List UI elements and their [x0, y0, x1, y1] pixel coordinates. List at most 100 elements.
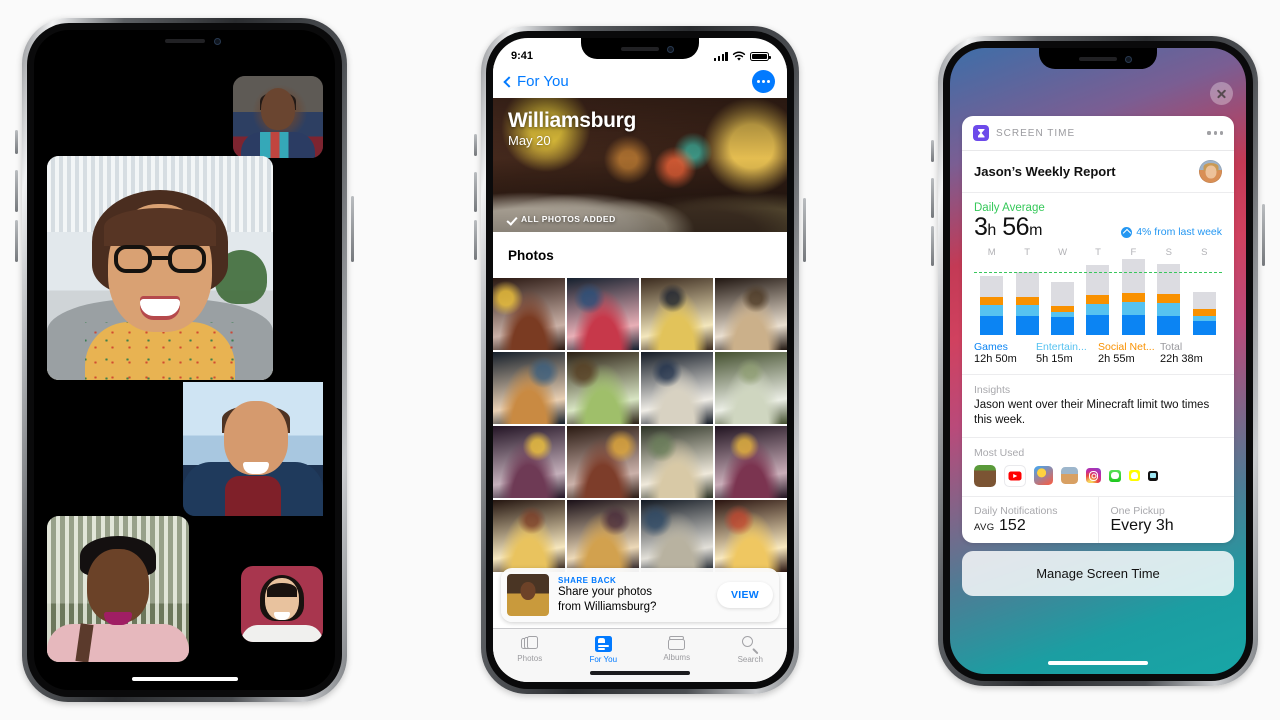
side-button[interactable] — [351, 196, 354, 262]
notch — [1039, 48, 1157, 69]
candy-crush-app-icon[interactable] — [1034, 466, 1053, 486]
photos-app-icon[interactable] — [1061, 467, 1078, 485]
day-label-3: T — [1095, 247, 1101, 258]
tab-albums[interactable]: Albums — [640, 636, 714, 662]
photo-grid[interactable] — [493, 278, 787, 572]
photo-woman-bangs[interactable] — [640, 351, 714, 425]
chevron-left-icon — [503, 75, 515, 88]
battery-icon — [750, 51, 771, 62]
volume-up-button[interactable] — [15, 170, 18, 212]
home-indicator[interactable] — [131, 677, 238, 681]
mute-switch[interactable] — [931, 140, 934, 162]
tab-photos[interactable]: Photos — [493, 636, 567, 663]
tab-search[interactable]: Search — [714, 636, 788, 664]
daily-average-row: Daily Average 3h 56m 4% from last week M… — [962, 193, 1234, 375]
facetime-tile-man-backpack[interactable] — [183, 382, 323, 516]
badge-label: ALL PHOTOS ADDED — [521, 214, 616, 224]
volume-up-button[interactable] — [474, 172, 477, 212]
photo-guitar-player[interactable] — [566, 278, 640, 351]
card-menu-button[interactable] — [1207, 131, 1223, 135]
volume-up-button[interactable] — [931, 178, 934, 218]
stacked-bar — [1192, 291, 1216, 335]
instagram-app-icon[interactable] — [1086, 468, 1101, 484]
delta-from-last-week: 4% from last week — [1121, 226, 1222, 240]
more-options-button[interactable] — [752, 70, 775, 93]
photo-party-patio[interactable] — [714, 425, 787, 499]
share-back-text: SHARE BACK Share your photos from Willia… — [558, 576, 708, 614]
home-indicator[interactable] — [590, 671, 690, 675]
view-button[interactable]: VIEW — [716, 582, 773, 608]
snapchat-app-icon[interactable] — [1129, 470, 1140, 482]
photo-woman-yellow-wall[interactable] — [493, 278, 566, 351]
minecraft-app-icon[interactable] — [974, 464, 996, 487]
volume-down-button[interactable] — [931, 226, 934, 266]
facetime-tile-man-shop[interactable] — [233, 76, 323, 158]
memory-hero-image[interactable]: Williamsburg May 20 ALL PHOTOS ADDED — [493, 98, 787, 232]
volume-down-button[interactable] — [474, 220, 477, 260]
home-indicator[interactable] — [1048, 661, 1148, 665]
photo-table-food[interactable] — [566, 351, 640, 425]
facetime-tile-woman-glasses[interactable] — [47, 156, 273, 380]
side-button[interactable] — [1262, 204, 1265, 266]
video-feed — [183, 382, 323, 516]
youtube-app-icon[interactable] — [1004, 464, 1026, 487]
share-back-line-1: Share your photos — [558, 586, 652, 599]
bar-segment-social-net- — [980, 297, 1004, 306]
volume-down-button[interactable] — [15, 220, 18, 262]
back-to-for-you-button[interactable]: For You — [503, 73, 569, 90]
photo-hooded-person[interactable] — [640, 278, 714, 351]
facetime-screen[interactable] — [34, 30, 335, 690]
tab-for-you[interactable]: For You — [567, 636, 641, 664]
most-used-app-list[interactable] — [974, 464, 1222, 487]
screen-time-screen[interactable]: SCREEN TIME Jason’s Weekly Report Daily … — [950, 48, 1246, 674]
share-back-thumbnail — [507, 574, 549, 616]
collar-shape — [225, 475, 281, 516]
search-icon — [742, 636, 758, 655]
legend-item-3: Total 22h 38m — [1160, 341, 1222, 365]
photo-night-row-3[interactable] — [640, 499, 714, 572]
bar-segment-social-net- — [1015, 297, 1039, 306]
all-photos-added-badge: ALL PHOTOS ADDED — [508, 214, 616, 224]
photo-woman-lights[interactable] — [493, 425, 566, 499]
front-camera-icon — [213, 38, 221, 46]
photo-couple-table[interactable] — [640, 425, 714, 499]
day-axis-labels: MTWTFSS — [974, 247, 1222, 258]
day-label-2: W — [1058, 247, 1068, 258]
photo-green-beans-tray[interactable] — [714, 351, 787, 425]
legend-value: 5h 15m — [1036, 353, 1073, 365]
close-button[interactable] — [1210, 82, 1233, 105]
memory-title: Williamsburg — [508, 109, 637, 132]
most-used-label: Most Used — [974, 446, 1025, 459]
facetime-tile-woman-fence[interactable] — [47, 516, 189, 662]
mute-switch[interactable] — [474, 134, 477, 156]
tv-app-icon[interactable] — [1148, 470, 1158, 481]
cellular-signal-icon — [713, 52, 728, 61]
photo-group-yellow[interactable] — [566, 425, 640, 499]
photo-night-row-4[interactable] — [714, 499, 787, 572]
photos-screen[interactable]: 9:41 For You Williamsburg May 20 ALL PHO… — [493, 38, 787, 682]
avg-prefix: AVG — [974, 521, 995, 533]
front-camera-icon — [1125, 55, 1132, 63]
share-back-banner[interactable]: SHARE BACK Share your photos from Willia… — [501, 568, 779, 622]
daily-average-value: 3h 56m — [974, 215, 1042, 240]
tab-label: Search — [737, 655, 763, 664]
manage-screen-time-button[interactable]: Manage Screen Time — [962, 551, 1234, 596]
bar-segment-entertain- — [1157, 302, 1181, 316]
most-used-row: Most Used — [962, 438, 1234, 497]
bar-segment-other — [1015, 271, 1039, 298]
legend-label: Entertain... — [1036, 341, 1087, 353]
minutes-unit: m — [1029, 222, 1042, 239]
photo-night-row-2[interactable] — [566, 499, 640, 572]
messages-app-icon[interactable] — [1109, 469, 1121, 482]
photo-woman-dusk[interactable] — [493, 351, 566, 425]
back-label: For You — [517, 73, 569, 90]
facetime-tile-self-view[interactable] — [241, 566, 323, 642]
mute-switch[interactable] — [15, 130, 18, 154]
legend-label: Games — [974, 341, 1008, 353]
photo-night-row-1[interactable] — [493, 499, 566, 572]
stacked-bar — [1157, 264, 1181, 335]
legend-label: Total — [1160, 341, 1183, 353]
photo-group-smiling[interactable] — [714, 278, 787, 351]
side-button[interactable] — [803, 198, 806, 262]
tab-label: Albums — [663, 653, 691, 662]
